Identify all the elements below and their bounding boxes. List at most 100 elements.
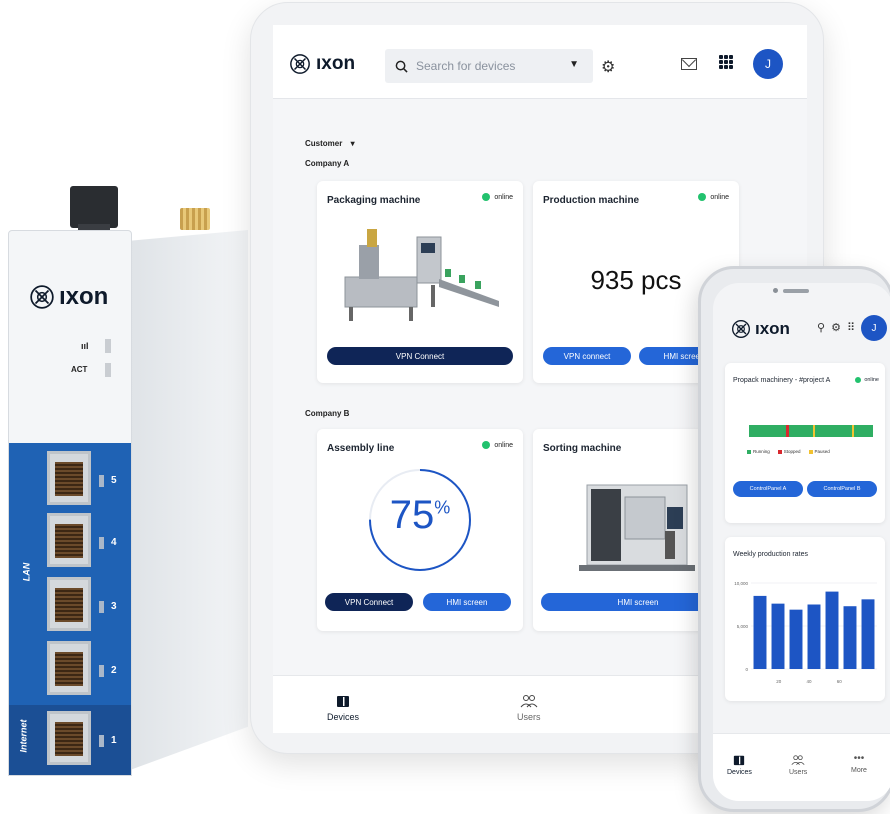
x-tick-label: 20 <box>776 679 782 684</box>
tab-devices[interactable]: Devices <box>727 754 752 776</box>
ixon-logo-icon <box>290 54 310 74</box>
avatar[interactable]: J <box>861 315 887 341</box>
chevron-down-icon: ▾ <box>350 139 355 148</box>
weekly-production-card: Weekly production rates 10,000 5,000 0 20 40… <box>725 537 885 701</box>
status-badge: online <box>698 193 729 201</box>
chart-bar <box>825 591 839 669</box>
search-input[interactable]: Search for devices ▼ <box>385 49 593 83</box>
tab-users-label: Users <box>789 769 808 776</box>
customer-filter-label: Customer <box>305 139 343 148</box>
chart-bar <box>789 609 803 669</box>
legend-paused: Paused <box>808 449 830 454</box>
gear-icon[interactable]: ⚙ <box>831 321 841 334</box>
sorting-machine-image <box>579 484 695 571</box>
tablet-logo-text: ıxon <box>316 53 356 74</box>
company-heading: Company B <box>305 409 350 418</box>
legend-running: Running <box>747 449 770 454</box>
vpn-connect-button[interactable]: VPN Connect <box>327 347 513 365</box>
ixon-logo-icon <box>732 320 750 338</box>
tab-more-label: More <box>851 767 867 774</box>
port-number-2: 2 <box>111 665 117 676</box>
vpn-connect-button[interactable]: VPN Connect <box>325 593 413 611</box>
legend-stopped: Stopped <box>777 449 801 454</box>
router-logo-text: ıxon <box>59 283 109 310</box>
vpn-connect-button[interactable]: VPN connect <box>543 347 631 365</box>
customer-filter-dropdown[interactable]: Customer ▾ <box>305 139 355 148</box>
online-dot-icon <box>482 441 491 449</box>
tab-users[interactable]: Users <box>789 754 807 776</box>
apps-grid-icon[interactable]: ⠿ <box>847 321 855 334</box>
speaker-notch <box>783 289 809 293</box>
act-led <box>105 363 111 377</box>
users-icon <box>520 695 538 708</box>
antenna-connector <box>180 208 210 230</box>
tab-more[interactable]: ••• More <box>851 753 867 775</box>
state-running-segment <box>814 425 852 437</box>
device-card-assembly-line[interactable]: Assembly line online 75% VPN Connect HMI… <box>317 429 523 631</box>
progress-value: 75 <box>389 493 435 537</box>
search-placeholder: Search for devices <box>416 59 516 73</box>
router-side-panel <box>130 230 248 770</box>
signal-led <box>105 339 111 353</box>
device-card-title: Packaging machine <box>327 195 421 206</box>
x-tick-label: 60 <box>837 679 843 684</box>
controlpanel-a-button[interactable]: ControlPanel A <box>733 481 803 497</box>
phone-logo[interactable]: ıxon <box>731 319 790 339</box>
device-card-title: Sorting machine <box>543 443 622 454</box>
controlpanel-b-button[interactable]: ControlPanel B <box>807 481 877 497</box>
ixon-logo-icon <box>30 285 54 309</box>
tablet-logo[interactable]: ıxon <box>289 53 355 75</box>
device-card-packaging-machine[interactable]: Packaging machine online VPN Connect <box>317 181 523 383</box>
status-text: online <box>864 377 879 383</box>
machine-state-bar <box>749 425 873 437</box>
ethernet-port-1 <box>47 711 91 765</box>
online-dot-icon <box>698 193 707 201</box>
chart-bar <box>843 606 857 669</box>
device-card-title: Production machine <box>543 195 640 206</box>
signal-label: ııl <box>81 341 89 351</box>
users-icon <box>791 755 805 765</box>
status-badge: online <box>855 377 879 383</box>
state-legend: Running Stopped Paused <box>747 449 830 454</box>
chart-bar <box>753 595 767 669</box>
camera-icon <box>773 288 778 293</box>
ethernet-port-4 <box>47 513 91 567</box>
tablet-header: ıxon Search for devices ▼ ⚙ J <box>273 25 807 99</box>
tab-users-label: Users <box>517 712 541 722</box>
search-icon[interactable]: ⚲ <box>817 321 825 334</box>
ixon-router-device: ıxon ııl ACT LAN Internet 5 4 3 2 1 <box>8 186 248 776</box>
apps-grid-icon[interactable] <box>719 55 733 69</box>
mail-icon[interactable] <box>681 58 697 70</box>
y-tick-label: 0 <box>745 667 748 672</box>
port-number-3: 3 <box>111 601 117 612</box>
avatar[interactable]: J <box>753 49 783 79</box>
phone-bottom-nav: Devices Users ••• More <box>713 733 890 801</box>
tab-users[interactable]: Users <box>517 694 541 722</box>
state-running-segment <box>788 425 814 437</box>
more-icon: ••• <box>853 753 865 764</box>
tab-devices-label: Devices <box>327 712 360 722</box>
progress-unit: % <box>434 497 451 518</box>
phone-screen: ıxon ⚲ ⚙ ⠿ J Propack machinery - #projec… <box>713 283 890 801</box>
chevron-down-icon[interactable]: ▼ <box>569 59 579 70</box>
online-dot-icon <box>482 193 491 201</box>
port-led-2 <box>99 665 104 677</box>
y-tick-label: 5,000 <box>737 624 749 629</box>
phone-header: ıxon ⚲ ⚙ ⠿ J <box>713 301 890 351</box>
y-tick-label: 10,000 <box>734 581 748 586</box>
state-running-segment <box>854 425 873 437</box>
device-card-title: Assembly line <box>327 443 395 454</box>
gear-icon[interactable]: ⚙ <box>601 57 615 77</box>
port-number-1: 1 <box>111 735 117 746</box>
act-label: ACT <box>71 365 88 374</box>
online-dot-icon <box>855 377 862 383</box>
devices-icon <box>337 696 349 707</box>
tab-devices[interactable]: Devices <box>327 694 359 722</box>
company-heading: Company A <box>305 159 350 168</box>
internet-label: Internet <box>18 719 29 753</box>
chart-bar <box>771 603 785 669</box>
hmi-screen-button[interactable]: HMI screen <box>423 593 511 611</box>
tab-devices-label: Devices <box>727 769 752 776</box>
device-card-propack[interactable]: Propack machinery - #project A online Ru… <box>725 363 885 523</box>
search-icon <box>395 60 408 73</box>
